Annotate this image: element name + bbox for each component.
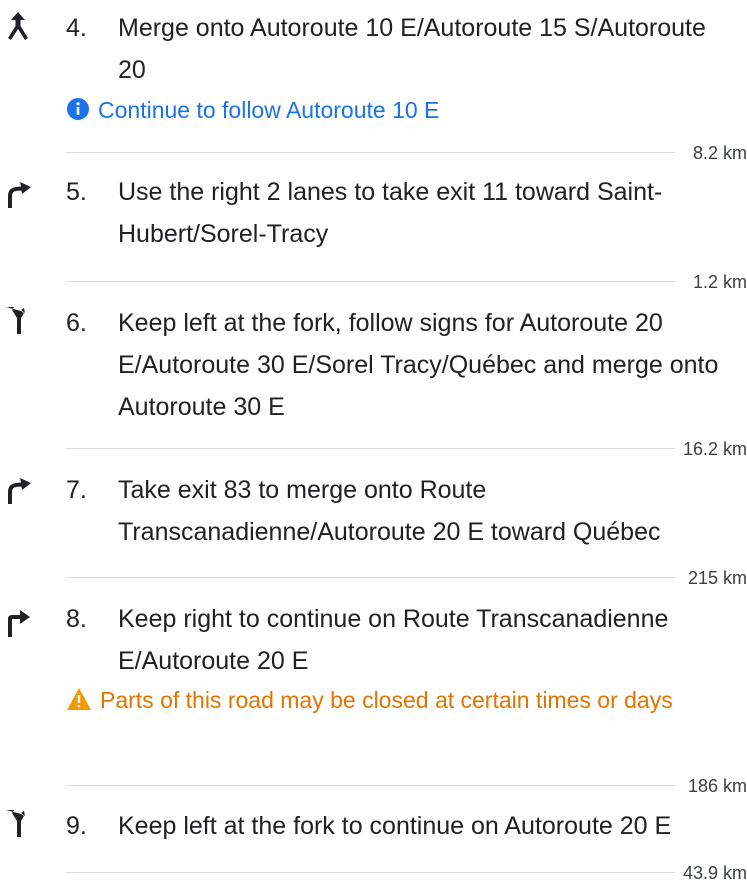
step-distance: 1.2 km — [692, 272, 747, 292]
fork-left-icon — [2, 807, 34, 839]
step-number: 4. — [66, 14, 87, 42]
divider — [66, 152, 675, 153]
step-number: 5. — [66, 178, 87, 206]
step-distance: 43.9 km — [682, 863, 747, 883]
step-distance: 16.2 km — [682, 439, 747, 459]
step-number: 9. — [66, 812, 87, 840]
step-instruction: Use the right 2 lanes to take exit 11 to… — [118, 178, 663, 248]
step-note-info: Continue to follow Autoroute 10 E — [66, 89, 726, 134]
note-text: Parts of this road may be closed at cert… — [100, 687, 673, 713]
distance-row: 16.2 km — [66, 436, 747, 462]
step-distance: 186 km — [687, 776, 747, 796]
step-number: 6. — [66, 309, 87, 337]
step-number: 7. — [66, 476, 87, 504]
divider — [66, 281, 675, 282]
keep-right-icon — [2, 607, 34, 639]
slight-right-icon — [2, 474, 34, 506]
distance-row: 43.9 km — [66, 860, 747, 886]
slight-right-icon — [2, 178, 34, 210]
step-instruction: Keep left at the fork to continue on Aut… — [118, 812, 672, 840]
divider — [66, 785, 675, 786]
distance-row: 215 km — [66, 565, 747, 591]
divider — [66, 448, 675, 449]
step-instruction: Keep left at the fork, follow signs for … — [118, 309, 719, 421]
step-distance: 8.2 km — [692, 143, 747, 163]
divider — [66, 872, 675, 873]
step-instruction: Take exit 83 to merge onto Route Transca… — [118, 476, 661, 546]
step-instruction: Merge onto Autoroute 10 E/Autoroute 15 S… — [118, 14, 706, 84]
fork-left-icon — [2, 304, 34, 336]
step-note-warning: Parts of this road may be closed at cert… — [66, 679, 726, 724]
step-instruction: Keep right to continue on Route Transcan… — [118, 605, 669, 675]
note-text: Continue to follow Autoroute 10 E — [98, 97, 440, 123]
merge-icon — [2, 10, 34, 42]
distance-row: 8.2 km — [66, 140, 747, 166]
warning-icon — [66, 682, 92, 724]
distance-row: 1.2 km — [66, 269, 747, 295]
step-distance: 215 km — [687, 568, 747, 588]
divider — [66, 577, 675, 578]
distance-row: 186 km — [66, 773, 747, 799]
info-icon — [66, 92, 90, 134]
step-number: 8. — [66, 605, 87, 633]
